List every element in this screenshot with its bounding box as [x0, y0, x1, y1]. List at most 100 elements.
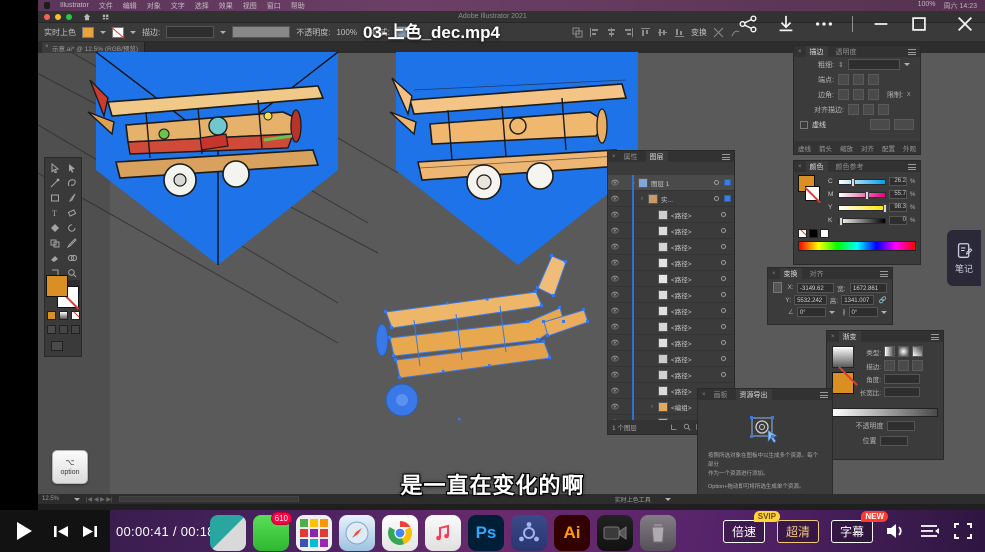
tool-magic-wand[interactable] [46, 175, 63, 190]
tool-rectangle[interactable] [46, 190, 63, 205]
color-button[interactable] [47, 311, 56, 320]
tool-artboard[interactable] [46, 235, 63, 250]
layer-name[interactable]: <路径> [671, 354, 721, 364]
tool-shape-builder[interactable] [63, 250, 80, 265]
stroke-profile-input[interactable] [232, 26, 290, 38]
fill-color-swatch[interactable] [82, 27, 94, 38]
color-panel-close-icon[interactable]: × [798, 164, 802, 170]
layer-name[interactable]: <路径> [671, 274, 721, 284]
home-icon[interactable] [83, 13, 91, 21]
tab-transform[interactable]: 变换 [780, 268, 802, 280]
gradient-stroke-along-button[interactable] [898, 360, 909, 371]
layer-name[interactable]: <路径> [671, 338, 721, 348]
cmyk-sliders[interactable]: C26.2%M55.7%Y98.3%K0% [828, 175, 916, 227]
playlist-button[interactable] [919, 522, 941, 540]
gradient-preview-swatch[interactable] [832, 346, 854, 368]
tab-properties[interactable]: 属性 [620, 151, 642, 163]
layer-name[interactable]: <路径> [671, 242, 721, 252]
layer-target-icon[interactable] [721, 372, 731, 377]
transform-menu-label[interactable]: 变换 [691, 27, 707, 38]
fullscreen-button[interactable] [953, 522, 973, 540]
color-channel-value[interactable]: 0 [889, 216, 907, 225]
layer-visibility-icon[interactable]: 👁 [608, 179, 622, 187]
stroke-panel-header[interactable]: × 描边 透明度 [794, 46, 920, 57]
fill-stroke-indicator[interactable] [46, 275, 80, 309]
layer-name[interactable]: <路径> [671, 258, 721, 268]
tab-color-guide[interactable]: 颜色参考 [832, 161, 868, 173]
volume-button[interactable] [885, 522, 907, 540]
layer-name[interactable]: <路径> [671, 290, 721, 300]
layer-visibility-icon[interactable]: 👁 [608, 403, 622, 411]
transform-panel-menu-icon[interactable] [880, 271, 888, 279]
tool-live-paint[interactable] [46, 250, 63, 265]
dash-preserve-button[interactable] [870, 119, 890, 130]
stroke-weight-caret-icon[interactable] [904, 63, 910, 66]
tool-gradient-mesh[interactable] [46, 220, 63, 235]
cap-projecting-button[interactable] [868, 74, 879, 85]
transform-y-value[interactable]: 5532.242 [794, 295, 827, 305]
style-swatch[interactable] [396, 26, 410, 38]
gradient-panel-top[interactable]: 类型: 描边: 角度: [827, 342, 943, 404]
layer-target-icon[interactable] [721, 276, 731, 281]
layer-visibility-icon[interactable]: 👁 [608, 275, 622, 283]
layer-row[interactable]: 👁<路径> [608, 239, 734, 255]
stroke-cap-row[interactable]: 端点: [794, 72, 920, 87]
transform-angle-value[interactable]: 0° [797, 307, 826, 317]
stroke-weight-input[interactable] [166, 26, 214, 38]
playback-speed-button[interactable]: 倍速 SVIP [723, 520, 765, 543]
gradient-panel[interactable]: × 渐变 类型: [826, 330, 944, 460]
notes-button[interactable]: 笔记 [947, 230, 981, 286]
color-panel-menu-icon[interactable] [908, 164, 916, 172]
tab-gradient[interactable]: 渐变 [839, 331, 861, 343]
layers-list[interactable]: 👁⌄图层 1👁›实...👁<路径>👁<路径>👁<路径>👁<路径>👁<路径>👁<路… [608, 175, 734, 420]
none-swatch[interactable] [798, 229, 807, 238]
stroke-panel-close-icon[interactable]: × [798, 49, 802, 55]
tab-layers[interactable]: 图层 [646, 151, 668, 163]
transform-w-value[interactable]: 1672.861 [850, 283, 887, 293]
tab-asset-export[interactable]: 资源导出 [736, 389, 772, 401]
opacity-value[interactable]: 100% [336, 28, 356, 37]
maximize-icon[interactable] [909, 14, 929, 34]
align-top-icon[interactable] [640, 27, 651, 38]
artwork-plane-colored[interactable] [68, 50, 368, 280]
play-button[interactable] [12, 518, 36, 544]
document-tab-close-icon[interactable]: × [45, 44, 49, 50]
stroke-footer-scale[interactable]: 缩放 [840, 143, 853, 153]
layer-name[interactable]: <路径> [671, 322, 721, 332]
lock-aspect-icon[interactable]: 🔗 [879, 296, 887, 304]
previous-button[interactable] [52, 523, 70, 539]
stroke-footer-appearance[interactable]: 外观 [903, 143, 916, 153]
stroke-weight-value-input[interactable] [848, 59, 900, 70]
color-slider-row[interactable]: M55.7% [828, 188, 916, 201]
cap-butt-button[interactable] [838, 74, 849, 85]
color-channel-knob[interactable] [839, 217, 843, 226]
miter-limit-value[interactable]: x [907, 91, 911, 98]
video-content-area[interactable]: Illustrator 文件 编辑 对象 文字 选择 效果 视图 窗口 帮助 1… [0, 0, 985, 510]
align-stroke-inside-button[interactable] [863, 104, 874, 115]
gradient-opacity-input[interactable] [887, 421, 915, 431]
tool-type[interactable]: T [46, 205, 63, 220]
quality-button[interactable]: 超清 [777, 520, 819, 543]
screen-mode-icon[interactable] [51, 341, 63, 351]
stroke-panel-footer[interactable]: 虚线 箭头 缩放 对齐 配置 外观 [794, 141, 920, 154]
asset-export-header[interactable]: × 画板 资源导出 [698, 389, 832, 400]
fill-indicator-swatch[interactable] [46, 275, 68, 297]
color-swatch-group[interactable] [798, 175, 824, 227]
layer-row[interactable]: 👁<路径> [608, 287, 734, 303]
layer-target-icon[interactable] [714, 180, 724, 185]
align-middle-icon[interactable] [657, 27, 668, 38]
stroke-footer-dash[interactable]: 虚线 [798, 143, 811, 153]
tool-direct-selection[interactable] [63, 160, 80, 175]
color-panel-header[interactable]: × 颜色 颜色参考 [794, 161, 920, 172]
layer-name[interactable]: <路径> [671, 210, 721, 220]
layer-name[interactable]: <路径> [671, 306, 721, 316]
tab-transparency[interactable]: 透明度 [832, 46, 861, 58]
transform-shear-value[interactable]: 0° [849, 307, 878, 317]
color-channel-track[interactable] [838, 179, 886, 185]
stroke-color-swatch[interactable] [112, 27, 124, 38]
gradient-stroke-within-button[interactable] [884, 360, 895, 371]
layer-visibility-icon[interactable]: 👁 [608, 339, 622, 347]
layer-disclosure-icon[interactable]: › [641, 196, 648, 202]
share-icon[interactable] [738, 14, 758, 34]
corner-bevel-button[interactable] [868, 89, 879, 100]
